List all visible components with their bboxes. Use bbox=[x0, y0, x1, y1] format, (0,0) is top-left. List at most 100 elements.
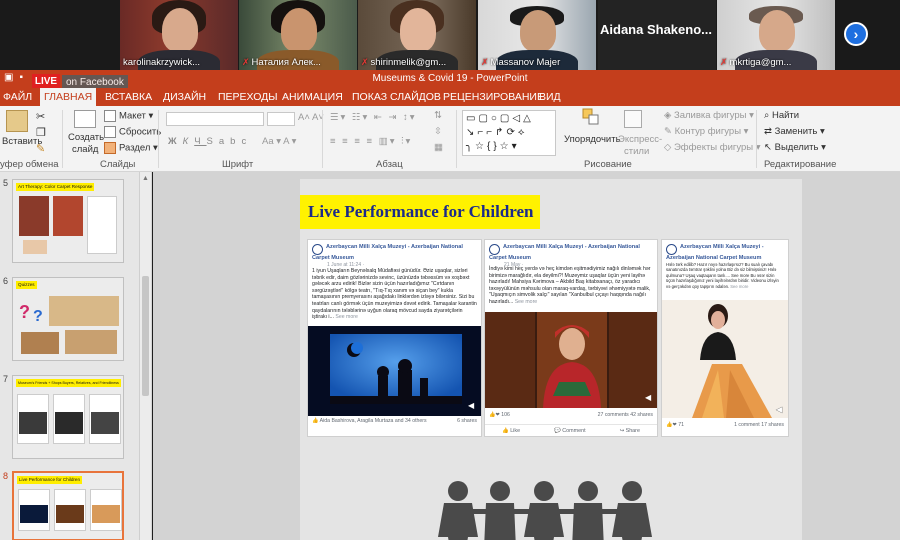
strikethrough-button[interactable]: S bbox=[207, 136, 219, 147]
paste-icon[interactable] bbox=[6, 110, 28, 132]
participant-tile-4[interactable]: ✗ Massanov Majer bbox=[478, 0, 596, 70]
tab-animations[interactable]: АНИМАЦИЯ bbox=[282, 91, 343, 103]
volume-icon[interactable]: ◀ bbox=[468, 401, 475, 410]
participant-tile-3[interactable]: ✗ shirinmelik@gm... bbox=[358, 0, 476, 70]
copy-icon[interactable]: ❐ bbox=[36, 126, 46, 139]
group-separator bbox=[158, 110, 159, 168]
facebook-post-1: Azerbaycan Milli Xalça Muzeyi - Azerbaij… bbox=[307, 239, 482, 437]
tab-view[interactable]: ВИД bbox=[539, 91, 561, 103]
slide-number: 7 bbox=[3, 374, 9, 384]
children-silhouettes-icon bbox=[438, 481, 652, 540]
font-color-icon[interactable]: Aa ▾ A ▾ bbox=[262, 136, 296, 147]
font-grow-icon[interactable]: A˄ A˅ bbox=[298, 112, 324, 123]
mic-off-icon: ✗ bbox=[361, 57, 369, 67]
quick-styles-button-line2[interactable]: стили bbox=[624, 146, 649, 157]
group-separator bbox=[456, 110, 457, 168]
list-buttons[interactable]: ☰▾ ☷▾ ⇤ ⇥ ↕▾ bbox=[330, 112, 417, 123]
new-slide-button-line2[interactable]: слайд bbox=[72, 144, 98, 155]
thumbnail-scrollbar[interactable]: ▲ bbox=[140, 172, 152, 540]
video-image bbox=[92, 505, 120, 523]
section-button[interactable]: Раздел ▾ bbox=[104, 142, 158, 154]
like-button[interactable]: 👍 Like bbox=[502, 428, 520, 434]
char-spacing-button[interactable]: abc bbox=[219, 136, 252, 147]
smartart-icon[interactable]: ▦ bbox=[434, 142, 443, 153]
select-button[interactable]: ↖ Выделить ▾ bbox=[764, 142, 826, 153]
question-mark-icon: ? bbox=[19, 302, 30, 322]
quick-styles-icon bbox=[624, 110, 642, 128]
shape-outline-button[interactable]: ✎ Контур фигуры ▾ bbox=[664, 126, 748, 137]
question-mark-icon: ? bbox=[33, 308, 43, 325]
photo-image bbox=[23, 240, 47, 254]
shapes-gallery[interactable]: ▭▢○▢◁△ ↘⌐⌐↱⟳⟡ ╮☆{}☆▾ bbox=[462, 110, 556, 156]
scroll-up-icon[interactable]: ▲ bbox=[142, 175, 149, 182]
align-text-icon[interactable]: ⇳ bbox=[434, 126, 442, 137]
carpet-image bbox=[53, 196, 83, 236]
post-page-name: Azerbaycan Milli Xalça Muzeyi - Azerbaij… bbox=[489, 244, 640, 261]
participant-tile-name-only[interactable]: Aidana Shakeno... bbox=[598, 0, 716, 70]
ribbon-tabs: ФАЙЛ ГЛАВНАЯ ВСТАВКА ДИЗАЙН ПЕРЕХОДЫ АНИ… bbox=[0, 88, 900, 106]
scrollbar-thumb[interactable] bbox=[142, 276, 149, 396]
tab-design[interactable]: ДИЗАЙН bbox=[163, 91, 206, 103]
thumbnail-title: Museum's Friends + Shops Buyers, Relativ… bbox=[16, 379, 121, 387]
editing-group-label: Редактирование bbox=[764, 159, 837, 170]
tab-slideshow[interactable]: ПОКАЗ СЛАЙДОВ bbox=[352, 91, 441, 103]
font-group-label: Шрифт bbox=[222, 159, 254, 170]
post-image bbox=[87, 196, 117, 254]
shadow-theatre-video: ◀ bbox=[308, 326, 481, 416]
post-reactions: 👍 Aida Bashirova, Aragila Murtaza and 34… bbox=[312, 418, 477, 424]
tab-review[interactable]: РЕЦЕНЗИРОВАНИЕ bbox=[443, 91, 544, 103]
format-painter-icon[interactable]: ✎ bbox=[36, 142, 45, 155]
text-direction-icon[interactable]: ⇅ bbox=[434, 110, 442, 121]
facebook-post-3: Azerbaycan Milli Xalça Muzeyi - Azerbaij… bbox=[661, 239, 789, 437]
slide-thumbnail-5[interactable]: Art Therapy: Color Carpet Response bbox=[12, 179, 124, 263]
live-platform-badge: on Facebook bbox=[62, 75, 128, 89]
shape-fill-button[interactable]: ◈ Заливка фигуры ▾ bbox=[664, 110, 754, 121]
replace-button[interactable]: ⇄ Заменить ▾ bbox=[764, 126, 825, 137]
quiz-image bbox=[49, 296, 119, 326]
layout-button[interactable]: Макет ▾ bbox=[104, 110, 153, 122]
italic-button[interactable]: К bbox=[183, 136, 195, 147]
facebook-post-2: Azerbaycan Milli Xalça Muzeyi - Azerbaij… bbox=[484, 239, 658, 437]
tab-transitions[interactable]: ПЕРЕХОДЫ bbox=[218, 91, 278, 103]
new-slide-icon[interactable] bbox=[74, 110, 96, 128]
tab-insert[interactable]: ВСТАВКА bbox=[105, 91, 152, 103]
chevron-right-icon: › bbox=[853, 26, 859, 42]
slide-thumbnail-8[interactable]: Live Performance for Children bbox=[12, 471, 124, 540]
post-text: 1 iyun Uşaqların Beynəlxalq Müdafiəsi gü… bbox=[312, 268, 477, 321]
shape-effects-button[interactable]: ◇ Эффекты фигуры ▾ bbox=[664, 142, 761, 153]
new-slide-button[interactable]: Создать bbox=[68, 132, 104, 143]
tab-home[interactable]: ГЛАВНАЯ bbox=[40, 88, 97, 106]
volume-icon[interactable]: ◀ bbox=[776, 405, 783, 414]
arrange-button[interactable]: Упорядочить bbox=[564, 134, 621, 145]
next-participants-button[interactable]: › bbox=[844, 22, 868, 46]
align-buttons[interactable]: ≡ ≡ ≡ ≡ ▥▾ ⫶▾ bbox=[330, 136, 412, 147]
quiz-image bbox=[21, 332, 59, 354]
share-button[interactable]: ↪ Share bbox=[620, 428, 640, 434]
participant-name: ✗ mkrtiga@gm... bbox=[720, 57, 792, 68]
slide-title[interactable]: Live Performance for Children bbox=[300, 195, 540, 229]
arrange-icon bbox=[582, 108, 600, 126]
font-size-combo[interactable] bbox=[267, 112, 295, 126]
find-button[interactable]: ⌕ Найти bbox=[764, 110, 799, 121]
post-actions: 👍 Like 💬 Comment ↪ Share bbox=[485, 424, 657, 436]
volume-icon[interactable]: ◀ bbox=[645, 393, 652, 402]
participant-tile-2[interactable]: ✗ Наталия Алек... bbox=[239, 0, 357, 70]
video-strip: karolinakrzywick... ✗ Наталия Алек... ✗ sh… bbox=[0, 0, 900, 70]
slide-thumbnail-7[interactable]: Museum's Friends + Shops Buyers, Relativ… bbox=[12, 375, 124, 459]
font-name-combo[interactable] bbox=[166, 112, 264, 126]
live-badge: LIVE bbox=[32, 74, 60, 88]
quick-styles-button[interactable]: Экспресс- bbox=[618, 134, 662, 145]
cut-icon[interactable]: ✂ bbox=[36, 110, 45, 123]
reset-button[interactable]: Сбросить bbox=[104, 126, 161, 138]
storyteller-video: ◀ bbox=[485, 312, 657, 408]
underline-button[interactable]: Ч bbox=[194, 136, 206, 147]
font-format-buttons[interactable]: ЖКЧSabc bbox=[168, 136, 252, 147]
slide-thumbnail-6[interactable]: Quizzes ? ? bbox=[12, 277, 124, 361]
bold-button[interactable]: Ж bbox=[168, 136, 183, 147]
comment-button[interactable]: 💬 Comment bbox=[554, 428, 586, 434]
post-reactions: 👍❤ 71 1 comment 17 shares bbox=[666, 422, 784, 428]
current-slide[interactable]: Live Performance for Children Azerbaycan… bbox=[300, 179, 802, 540]
tab-file[interactable]: ФАЙЛ bbox=[3, 91, 32, 103]
participant-tile-5[interactable]: ✗ mkrtiga@gm... bbox=[717, 0, 835, 70]
participant-tile-1[interactable]: karolinakrzywick... bbox=[120, 0, 238, 70]
